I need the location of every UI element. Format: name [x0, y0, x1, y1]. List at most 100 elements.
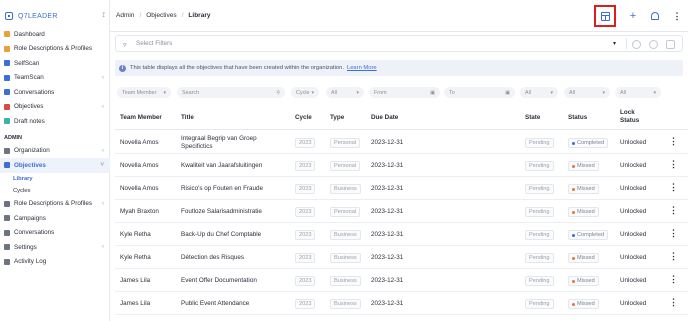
team-member-filter[interactable]: Team Member ▾ — [117, 87, 171, 98]
cell-status: Missed — [568, 207, 599, 217]
sidebar-item-draft-notes[interactable]: Draft notes — [0, 114, 110, 129]
cell-state: Pending — [525, 184, 554, 194]
cell-state: Pending — [525, 138, 554, 148]
refresh-icon[interactable] — [649, 40, 658, 49]
cell-title[interactable]: Integraal Begrip van Groep Specifictics — [181, 135, 285, 150]
more-menu-button[interactable]: ⋮ — [666, 5, 688, 27]
type-filter[interactable]: All ▾ — [326, 87, 364, 98]
table-row[interactable]: Novella Amos Kwaliteit van Jaarafsluiting… — [115, 154, 688, 177]
cell-state: Pending — [525, 230, 554, 240]
table-row[interactable]: Myah Braxton Foutloze Salarisadministrati… — [115, 200, 688, 223]
sidebar-item-admin-conversations[interactable]: Conversations — [0, 226, 110, 241]
document-icon — [4, 200, 10, 207]
status-label: Missed — [577, 278, 595, 284]
column-header-cycle[interactable]: Cycle — [295, 114, 312, 122]
sidebar-item-organization[interactable]: Organization ‹ — [0, 144, 110, 159]
status-label: Missed — [577, 163, 595, 169]
cell-type: Business — [330, 299, 361, 309]
column-header-state[interactable]: State — [525, 114, 540, 122]
gear-icon — [4, 244, 10, 251]
column-header-title[interactable]: Title — [181, 114, 194, 122]
column-header-due-date[interactable]: Due Date — [371, 114, 398, 122]
table-row[interactable]: Novella Amos Integraal Begrip van Groep S… — [115, 131, 688, 154]
cell-title[interactable]: Event Offer Documentation — [181, 277, 285, 285]
search-input[interactable]: Search ⚲ — [177, 87, 285, 98]
table-row[interactable]: Novella Amos Risico's op Fouten en Fraude… — [115, 177, 688, 200]
add-button[interactable]: + — [622, 5, 644, 27]
column-header-type[interactable]: Type — [330, 114, 344, 122]
status-label: Missed — [577, 209, 595, 215]
breadcrumb-admin[interactable]: Admin — [116, 12, 134, 19]
filter-bar[interactable]: ▿ Select Filters ▾ — [115, 35, 683, 52]
info-text: This table displays all the objectives t… — [130, 65, 344, 71]
cell-title[interactable]: Risico's op Fouten en Fraude — [181, 185, 285, 193]
table-row[interactable]: Kyle Retha Détection des Risques 2023 Busin… — [115, 246, 688, 269]
dashboard-icon — [4, 31, 10, 38]
row-menu-button[interactable]: ⋮ — [669, 297, 678, 308]
sidebar-item-dashboard[interactable]: Dashboard — [0, 27, 110, 42]
sidebar-item-campaigns[interactable]: Campaigns — [0, 211, 110, 226]
brand[interactable]: Q7LEADER ⟟ — [5, 10, 105, 22]
cell-title[interactable]: Public Event Attendance — [181, 300, 285, 308]
cell-title[interactable]: Back-Up du Chef Comptable — [181, 231, 285, 239]
save-filter-icon[interactable] — [666, 40, 675, 49]
status-filter[interactable]: All ▾ — [564, 87, 610, 98]
learn-more-link[interactable]: Learn More — [347, 65, 377, 71]
cell-title[interactable]: Détection des Risques — [181, 254, 285, 262]
table-row[interactable]: James Lila Public Event Attendance 2023 Bus… — [115, 292, 688, 315]
from-date-input[interactable]: From ▣ — [369, 87, 440, 98]
cell-team-member: James Lila — [120, 300, 151, 307]
cell-status: Missed — [568, 276, 599, 286]
sidebar-item-admin-objectives[interactable]: Objectives ˅ — [0, 158, 110, 173]
cell-due-date: 2023-12-31 — [371, 139, 404, 146]
sidebar-item-admin-role-descriptions[interactable]: Role Descriptions & Profiles ‹ — [0, 197, 110, 212]
sidebar-item-settings[interactable]: Settings ‹ — [0, 240, 110, 255]
row-menu-button[interactable]: ⋮ — [669, 136, 678, 147]
cycle-filter[interactable]: Cycle ▾ — [291, 87, 319, 98]
notes-icon — [4, 118, 10, 125]
cell-title[interactable]: Kwaliteit van Jaarafsluitingen — [181, 162, 285, 170]
clear-filter-icon[interactable] — [632, 40, 641, 49]
row-menu-button[interactable]: ⋮ — [669, 251, 678, 262]
team-icon — [4, 74, 10, 81]
row-menu-button[interactable]: ⋮ — [669, 182, 678, 193]
to-date-input[interactable]: To ▣ — [444, 87, 515, 98]
row-menu-button[interactable]: ⋮ — [669, 228, 678, 239]
state-filter[interactable]: All ▾ — [520, 87, 558, 98]
sidebar-item-objectives[interactable]: Objectives ‹ — [0, 100, 110, 115]
sidebar-subitem-library[interactable]: Library — [0, 173, 110, 185]
sidebar-item-selfscan[interactable]: SelfScan — [0, 56, 110, 71]
row-menu-button[interactable]: ⋮ — [669, 205, 678, 216]
table-row[interactable]: Kyle Retha Back-Up du Chef Comptable 2023 B… — [115, 223, 688, 246]
cell-status: Missed — [568, 161, 599, 171]
table-view-button[interactable] — [594, 5, 616, 27]
cell-team-member: James Lila — [120, 277, 151, 284]
cell-due-date: 2023-12-31 — [371, 162, 404, 169]
breadcrumb-objectives[interactable]: Objectives — [146, 12, 176, 19]
sidebar-item-teamscan[interactable]: TeamScan ‹ — [0, 71, 110, 86]
sidebar-item-activity-log[interactable]: Activity Log — [0, 255, 110, 270]
pin-icon[interactable]: ⟟ — [102, 12, 105, 20]
sidebar-item-role-descriptions[interactable]: Role Descriptions & Profiles — [0, 42, 110, 57]
breadcrumb: Admin / Objectives / Library — [110, 12, 210, 19]
filter-dropdown-icon[interactable]: ▾ — [613, 40, 616, 47]
status-label: Missed — [577, 301, 595, 307]
sidebar-item-conversations[interactable]: Conversations — [0, 85, 110, 100]
cell-title[interactable]: Foutloze Salarisadministratie — [181, 208, 285, 216]
filter-placeholder: Select Filters — [136, 40, 173, 47]
lock-status-filter[interactable]: All ▾ — [615, 87, 661, 98]
notifications-button[interactable] — [644, 5, 666, 27]
row-menu-button[interactable]: ⋮ — [669, 159, 678, 170]
cell-due-date: 2023-12-31 — [371, 185, 404, 192]
row-menu-button[interactable]: ⋮ — [669, 274, 678, 285]
chat-icon — [4, 89, 10, 96]
chat-icon — [4, 229, 10, 236]
column-header-status[interactable]: Status — [568, 114, 587, 122]
sidebar: Q7LEADER ⟟ Dashboard Role Descriptions &… — [0, 0, 110, 321]
table-row[interactable]: James Lila Event Offer Documentation 2023 B… — [115, 269, 688, 292]
status-dot — [572, 141, 575, 145]
cell-team-member: Novella Amos — [120, 162, 159, 169]
column-header-team-member[interactable]: Team Member — [120, 114, 162, 122]
sidebar-subitem-cycles[interactable]: Cycles — [0, 185, 110, 197]
column-header-lock-status[interactable]: Lock Status — [620, 109, 644, 125]
